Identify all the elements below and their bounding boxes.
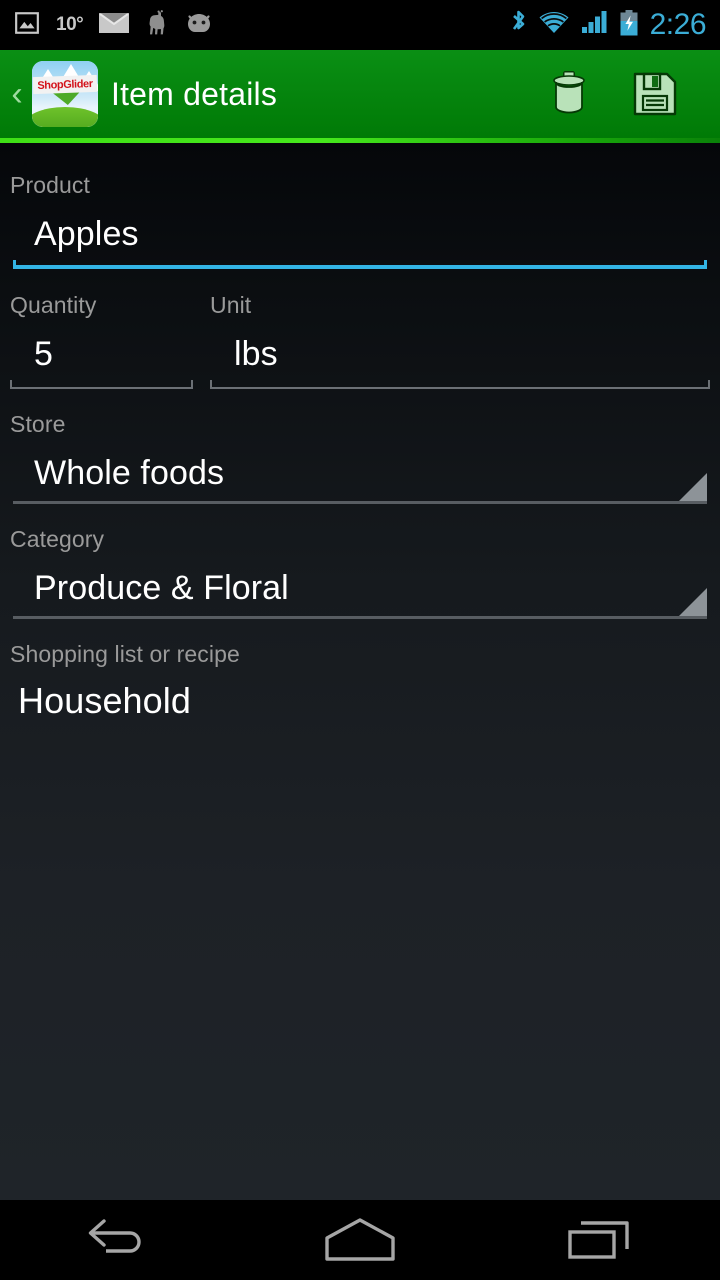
category-value[interactable]: Produce & Floral — [10, 553, 710, 616]
temperature-indicator: 10° — [56, 14, 84, 35]
unit-input-underline — [210, 380, 710, 389]
logo-wordmark-text: ShopGlider — [37, 77, 93, 92]
nav-back-button[interactable] — [45, 1200, 195, 1280]
back-chevron-icon[interactable]: ‹ — [0, 50, 30, 138]
category-spinner[interactable]: Produce & Floral — [10, 553, 710, 619]
clock: 2:26 — [649, 8, 707, 41]
android-head-icon — [185, 12, 213, 39]
product-label: Product — [10, 172, 90, 198]
action-bar: ‹ ShopGlider Item details — [0, 50, 720, 138]
unit-label: Unit — [210, 292, 252, 318]
battery-charging-icon — [619, 9, 639, 42]
mail-icon — [99, 12, 130, 39]
photo-icon — [14, 10, 40, 41]
bluetooth-icon — [510, 9, 527, 42]
app-logo[interactable]: ShopGlider — [32, 61, 98, 127]
unit-input[interactable]: lbs — [210, 319, 710, 380]
wifi-icon — [538, 10, 570, 41]
nav-home-button[interactable] — [285, 1200, 435, 1280]
shopping-list-value[interactable]: Household — [10, 668, 710, 722]
action-bar-buttons — [546, 67, 720, 121]
field-shopping-list: Shopping list or recipe Household — [10, 619, 710, 722]
status-bar: 10° 2:26 — [0, 0, 720, 50]
shopping-list-label: Shopping list or recipe — [10, 641, 240, 667]
field-category: Category Produce & Floral — [10, 504, 710, 619]
quantity-label: Quantity — [10, 292, 97, 318]
status-bar-notifications: 10° — [0, 9, 213, 41]
page-title: Item details — [111, 75, 278, 112]
quantity-unit-row: Quantity 5 Unit lbs — [10, 269, 710, 389]
status-bar-system-icons: 2:26 — [510, 8, 720, 42]
item-details-form: Product Apples Quantity 5 Unit lbs Store… — [0, 143, 720, 1200]
store-label: Store — [10, 411, 66, 437]
phone-screen: 10° 2:26 ‹ ShopGlider Item details Produ… — [0, 0, 720, 1280]
store-spinner[interactable]: Whole foods — [10, 438, 710, 504]
save-button[interactable] — [632, 67, 678, 121]
chevron-down-icon[interactable] — [679, 588, 707, 616]
delete-button[interactable] — [546, 67, 592, 121]
field-quantity: Quantity 5 — [10, 292, 193, 389]
field-product: Product Apples — [10, 143, 710, 269]
logo-hill — [32, 107, 98, 127]
chevron-down-icon[interactable] — [679, 473, 707, 501]
quantity-input-underline — [10, 380, 193, 389]
llama-icon — [145, 9, 169, 41]
field-unit: Unit lbs — [210, 292, 710, 389]
quantity-input[interactable]: 5 — [10, 319, 193, 380]
nav-recents-button[interactable] — [525, 1200, 675, 1280]
product-input[interactable]: Apples — [10, 199, 710, 260]
store-value[interactable]: Whole foods — [10, 438, 710, 501]
field-store: Store Whole foods — [10, 389, 710, 504]
system-navigation-bar — [0, 1200, 720, 1280]
logo-wordmark: ShopGlider — [32, 74, 98, 95]
category-label: Category — [10, 526, 105, 552]
cellular-signal-icon — [581, 10, 608, 41]
product-input-underline — [13, 260, 707, 269]
